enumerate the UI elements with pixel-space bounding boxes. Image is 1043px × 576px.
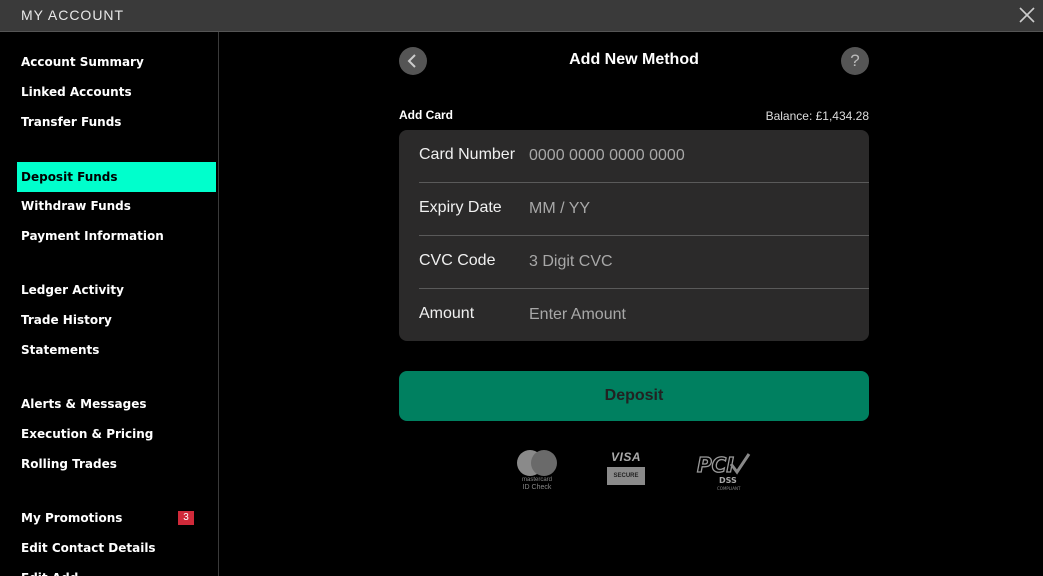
- pci-text: PCI: [697, 453, 734, 477]
- pci-dss-logo: PCI DSS COMPLIANT: [696, 452, 751, 491]
- amount-input[interactable]: [529, 302, 849, 328]
- sidebar-item-account-summary[interactable]: Account Summary: [17, 47, 216, 77]
- sidebar-item-statements[interactable]: Statements: [17, 335, 216, 365]
- deposit-button[interactable]: Deposit: [399, 371, 869, 421]
- payment-logos: mastercard ID Check VISA SECURE PCI DSS …: [515, 450, 755, 494]
- sidebar-item-payment-information[interactable]: Payment Information: [17, 221, 216, 251]
- amount-label: Amount: [419, 305, 475, 322]
- sidebar-item-alerts-messages[interactable]: Alerts & Messages: [17, 389, 216, 419]
- visa-secure-text: SECURE: [607, 467, 645, 485]
- sidebar-item-deposit-funds[interactable]: Deposit Funds: [17, 162, 216, 192]
- promotions-count-badge: 3: [178, 511, 194, 525]
- sidebar-item-execution-pricing[interactable]: Execution & Pricing: [17, 419, 216, 449]
- expiry-date-input[interactable]: [529, 196, 849, 222]
- mastercard-circle-right-icon: [531, 450, 557, 476]
- window-title: MY ACCOUNT: [21, 7, 125, 23]
- visa-text: VISA: [610, 450, 641, 464]
- cvc-code-label: CVC Code: [419, 252, 496, 269]
- sidebar-item-rolling-trades[interactable]: Rolling Trades: [17, 449, 216, 479]
- dss-text: DSS: [719, 476, 737, 485]
- card-number-label: Card Number: [419, 146, 516, 163]
- id-check-text: ID Check: [522, 484, 552, 491]
- card-number-row: Card Number: [419, 130, 869, 183]
- sidebar-item-ledger-activity[interactable]: Ledger Activity: [17, 275, 216, 305]
- visa-secure-logo: VISA SECURE: [607, 450, 645, 485]
- main-panel: Add New Method ? Add Card Balance: £1,43…: [219, 32, 1043, 576]
- amount-row: Amount: [419, 289, 869, 342]
- mastercard-id-check-logo: mastercard ID Check: [515, 450, 559, 494]
- balance-display: Balance: £1,434.28: [765, 109, 869, 123]
- section-label-add-card: Add Card: [399, 108, 453, 122]
- page-title: Add New Method: [569, 51, 699, 68]
- sidebar-item-edit-contact-details[interactable]: Edit Contact Details: [17, 533, 216, 563]
- cvc-code-input[interactable]: [529, 249, 849, 275]
- mastercard-text: mastercard: [521, 477, 552, 483]
- card-number-input[interactable]: [529, 143, 849, 169]
- sidebar-item-linked-accounts[interactable]: Linked Accounts: [17, 77, 216, 107]
- title-bar: MY ACCOUNT: [0, 0, 1043, 32]
- sidebar-item-transfer-funds[interactable]: Transfer Funds: [17, 107, 216, 137]
- compliant-text: COMPLIANT: [717, 486, 741, 491]
- cvc-code-row: CVC Code: [419, 236, 869, 289]
- sidebar-item-label: My Promotions: [21, 511, 123, 525]
- sidebar-item-trade-history[interactable]: Trade History: [17, 305, 216, 335]
- sidebar-item-edit-address[interactable]: Edit Add: [17, 563, 216, 576]
- sidebar: Account Summary Linked Accounts Transfer…: [0, 32, 219, 576]
- sidebar-item-withdraw-funds[interactable]: Withdraw Funds: [17, 191, 216, 221]
- expiry-date-row: Expiry Date: [419, 183, 869, 236]
- card-form: Card Number Expiry Date CVC Code Amount: [399, 130, 869, 341]
- sidebar-item-my-promotions[interactable]: My Promotions 3: [17, 503, 216, 533]
- help-button[interactable]: ?: [841, 47, 869, 75]
- close-icon[interactable]: [1015, 3, 1039, 27]
- expiry-date-label: Expiry Date: [419, 199, 502, 216]
